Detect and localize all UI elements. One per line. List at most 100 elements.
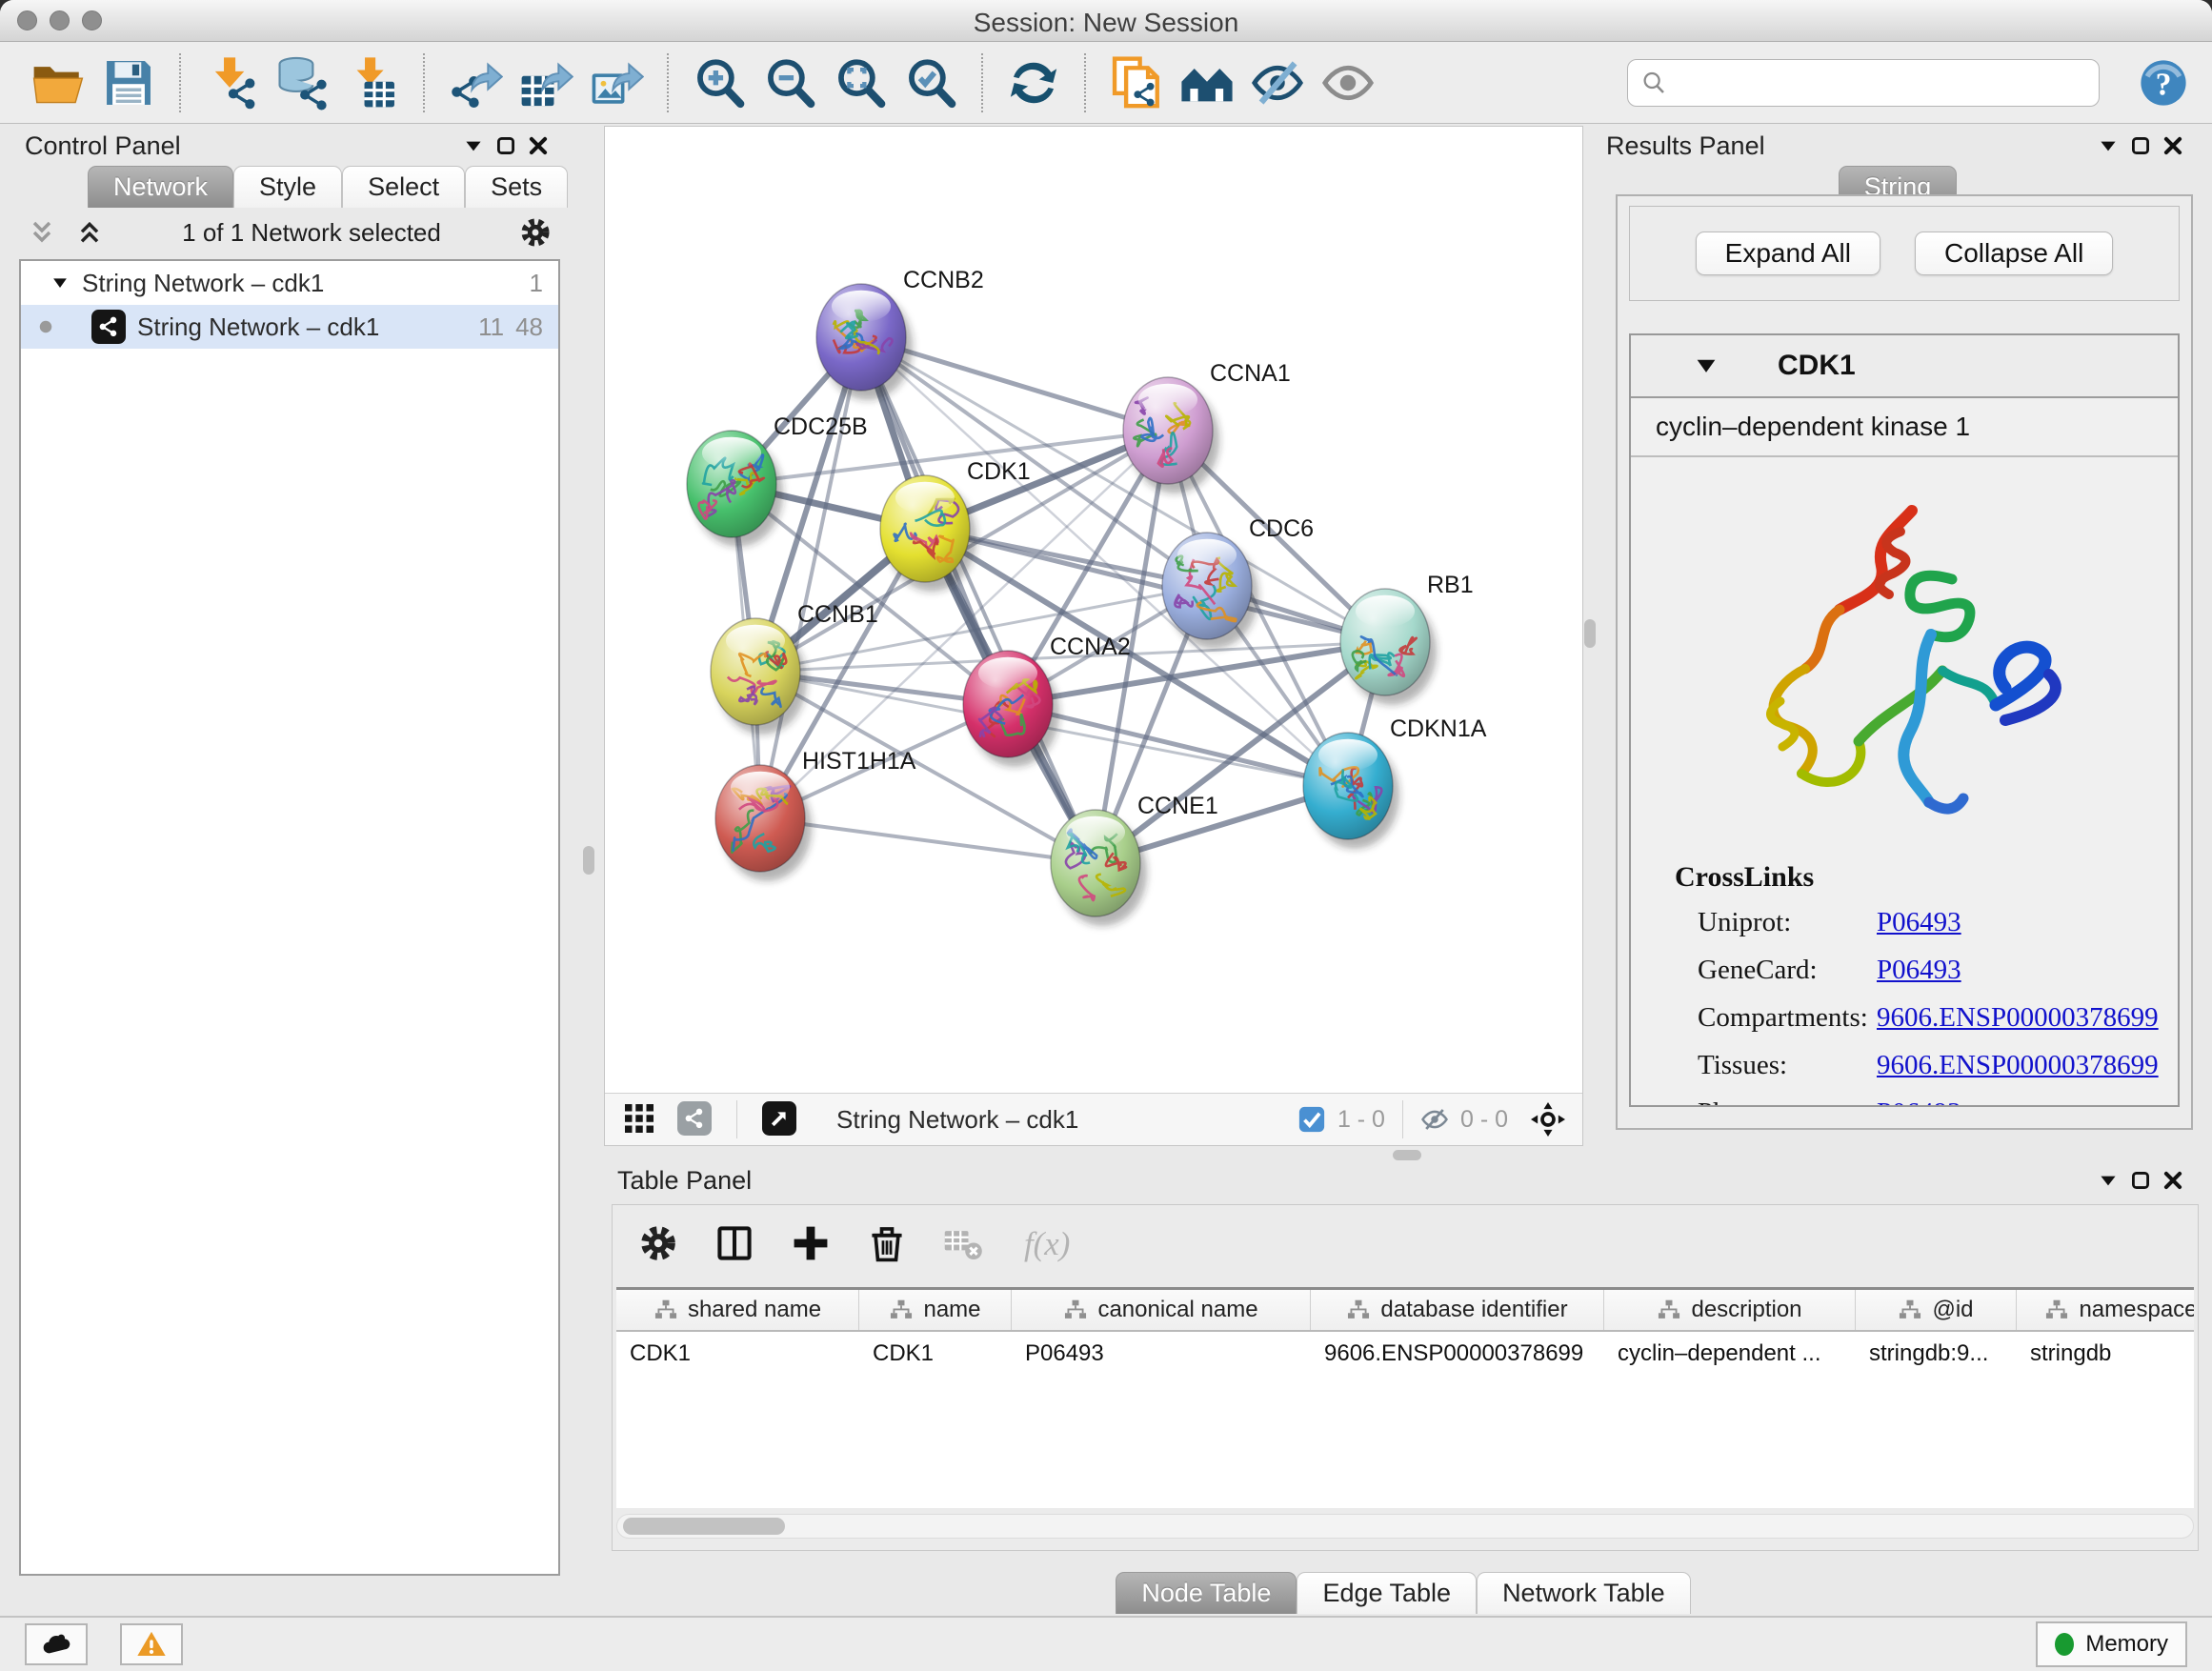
export-network-button[interactable] [440, 51, 511, 114]
toolbar-separator [1084, 53, 1086, 112]
network-node-cdc6[interactable]: CDC6 [1162, 515, 1314, 649]
network-node-ccna1[interactable]: CCNA1 [1123, 360, 1291, 493]
network-edge[interactable] [861, 337, 1096, 863]
network-row[interactable]: String Network – cdk1 11 48 [21, 305, 558, 349]
table-cell[interactable]: CDK1 [616, 1340, 859, 1367]
crosslink-link[interactable]: P06493 [1877, 1097, 1961, 1107]
collapse-all-networks-button[interactable] [25, 215, 59, 250]
table-panel-menu-button[interactable] [2092, 1164, 2124, 1197]
birdseye-toggle-button[interactable] [1529, 1100, 1567, 1138]
control-panel-menu-button[interactable] [457, 130, 490, 162]
control-panel-float-button[interactable] [490, 130, 522, 162]
column-header-namespace[interactable]: namespace [2017, 1290, 2194, 1330]
zoom-fit-icon [833, 55, 888, 111]
table-cell[interactable]: 9606.ENSP00000378699 [1311, 1340, 1604, 1367]
table-row[interactable]: CDK1CDK1P064939606.ENSP00000378699cyclin… [616, 1332, 2194, 1376]
cloud-button[interactable] [25, 1623, 88, 1665]
network-edge[interactable] [760, 337, 861, 818]
memory-button[interactable]: Memory [2036, 1621, 2187, 1667]
tab-select[interactable]: Select [342, 166, 465, 208]
column-header-at-id[interactable]: @id [1856, 1290, 2017, 1330]
scrollbar-thumb[interactable] [623, 1518, 785, 1535]
table-cell[interactable]: stringdb [2017, 1340, 2194, 1367]
column-header-description[interactable]: description [1604, 1290, 1856, 1330]
bottom-splitter-handle[interactable] [1393, 1150, 1421, 1160]
network-node-hist1h1a[interactable]: HIST1H1A [715, 748, 916, 881]
import-network-from-file-button[interactable] [196, 51, 267, 114]
open-session-button[interactable] [23, 51, 93, 114]
show-columns-button[interactable] [714, 1222, 755, 1264]
column-header-name[interactable]: name [859, 1290, 1012, 1330]
table-options-button[interactable] [637, 1222, 679, 1264]
network-node-cdc25b[interactable]: CDC25B [687, 413, 868, 547]
warnings-button[interactable] [120, 1623, 183, 1665]
zoom-in-button[interactable] [684, 51, 754, 114]
zoom-selected-button[interactable] [895, 51, 966, 114]
crosslinks-block: CrossLinks Uniprot:P06493GeneCard:P06493… [1631, 856, 2178, 1107]
help-button[interactable]: ? [2138, 57, 2189, 109]
table-cell[interactable]: cyclin–dependent ... [1604, 1340, 1856, 1367]
table-cell[interactable]: P06493 [1012, 1340, 1311, 1367]
tab-network[interactable]: Network [88, 166, 233, 208]
crosslink-link[interactable]: P06493 [1877, 955, 1961, 986]
zoom-out-button[interactable] [754, 51, 825, 114]
show-grid-button[interactable] [620, 1100, 658, 1138]
string-import-button[interactable] [1172, 51, 1242, 114]
import-table-from-file-button[interactable] [337, 51, 408, 114]
hidden-eye-slash-icon[interactable] [1420, 1105, 1449, 1134]
export-image-button[interactable] [581, 51, 652, 114]
table-panel-close-button[interactable] [2157, 1164, 2189, 1197]
column-header-canonical-name[interactable]: canonical name [1012, 1290, 1311, 1330]
left-splitter-handle[interactable] [583, 846, 594, 875]
network-node-ccnb2[interactable]: CCNB2 [816, 267, 984, 400]
network-collection-row[interactable]: String Network – cdk1 1 [21, 261, 558, 305]
table-panel-float-button[interactable] [2124, 1164, 2157, 1197]
network-view[interactable]: CCNB2CCNA1CDC25BCDK1CDC6RB1CCNB1CCNA2CDK… [604, 126, 1583, 1146]
crosslink-row: GeneCard:P06493 [1698, 955, 2178, 986]
import-network-icon [204, 55, 259, 111]
table-cell[interactable]: CDK1 [859, 1340, 1012, 1367]
apply-layout-button[interactable] [998, 51, 1069, 114]
horizontal-scrollbar[interactable] [616, 1514, 2194, 1539]
crosslink-label: Compartments: [1698, 1002, 1877, 1034]
tab-network-table[interactable]: Network Table [1477, 1572, 1691, 1614]
expand-all-button[interactable]: Expand All [1696, 232, 1880, 275]
import-network-from-database-button[interactable] [267, 51, 337, 114]
results-panel-close-button[interactable] [2157, 130, 2189, 162]
protein-entry-header[interactable]: CDK1 [1631, 335, 2178, 398]
results-panel-float-button[interactable] [2124, 130, 2157, 162]
hide-glass-effect-button[interactable] [1242, 51, 1313, 114]
network-node-cdkn1a[interactable]: CDKN1A [1303, 715, 1487, 849]
clone-network-button[interactable] [1101, 51, 1172, 114]
string-view-button[interactable] [675, 1100, 714, 1138]
results-panel-menu-button[interactable] [2092, 130, 2124, 162]
collapse-triangle-icon[interactable] [1692, 352, 1720, 380]
crosslink-link[interactable]: 9606.ENSP00000378699 [1877, 1002, 2159, 1034]
expand-all-networks-button[interactable] [72, 215, 107, 250]
selected-checkbox-icon[interactable] [1297, 1105, 1326, 1134]
save-session-button[interactable] [93, 51, 164, 114]
network-node-rb1[interactable]: RB1 [1340, 572, 1474, 705]
search-input[interactable] [1668, 64, 2087, 102]
tab-style[interactable]: Style [233, 166, 342, 208]
tab-node-table[interactable]: Node Table [1116, 1572, 1297, 1614]
tab-sets[interactable]: Sets [465, 166, 568, 208]
network-canvas[interactable]: CCNB2CCNA1CDC25BCDK1CDC6RB1CCNB1CCNA2CDK… [605, 127, 1582, 1093]
crosslink-link[interactable]: 9606.ENSP00000378699 [1877, 1050, 2159, 1081]
column-header-database-identifier[interactable]: database identifier [1311, 1290, 1604, 1330]
search-box[interactable] [1627, 59, 2100, 107]
column-header-shared-name[interactable]: shared name [616, 1290, 859, 1330]
export-table-button[interactable] [511, 51, 581, 114]
control-panel-close-button[interactable] [522, 130, 554, 162]
network-options-button[interactable] [516, 213, 554, 252]
network-node-ccne1[interactable]: CCNE1 [1051, 793, 1218, 926]
show-glass-effect-button[interactable] [1313, 51, 1383, 114]
zoom-fit-button[interactable] [825, 51, 895, 114]
add-column-button[interactable] [790, 1222, 832, 1264]
delete-column-button[interactable] [866, 1222, 908, 1264]
table-cell[interactable]: stringdb:9... [1856, 1340, 2017, 1367]
tab-edge-table[interactable]: Edge Table [1297, 1572, 1477, 1614]
collapse-all-button[interactable]: Collapse All [1915, 232, 2113, 275]
detach-view-button[interactable] [760, 1100, 798, 1138]
crosslink-link[interactable]: P06493 [1877, 907, 1961, 938]
